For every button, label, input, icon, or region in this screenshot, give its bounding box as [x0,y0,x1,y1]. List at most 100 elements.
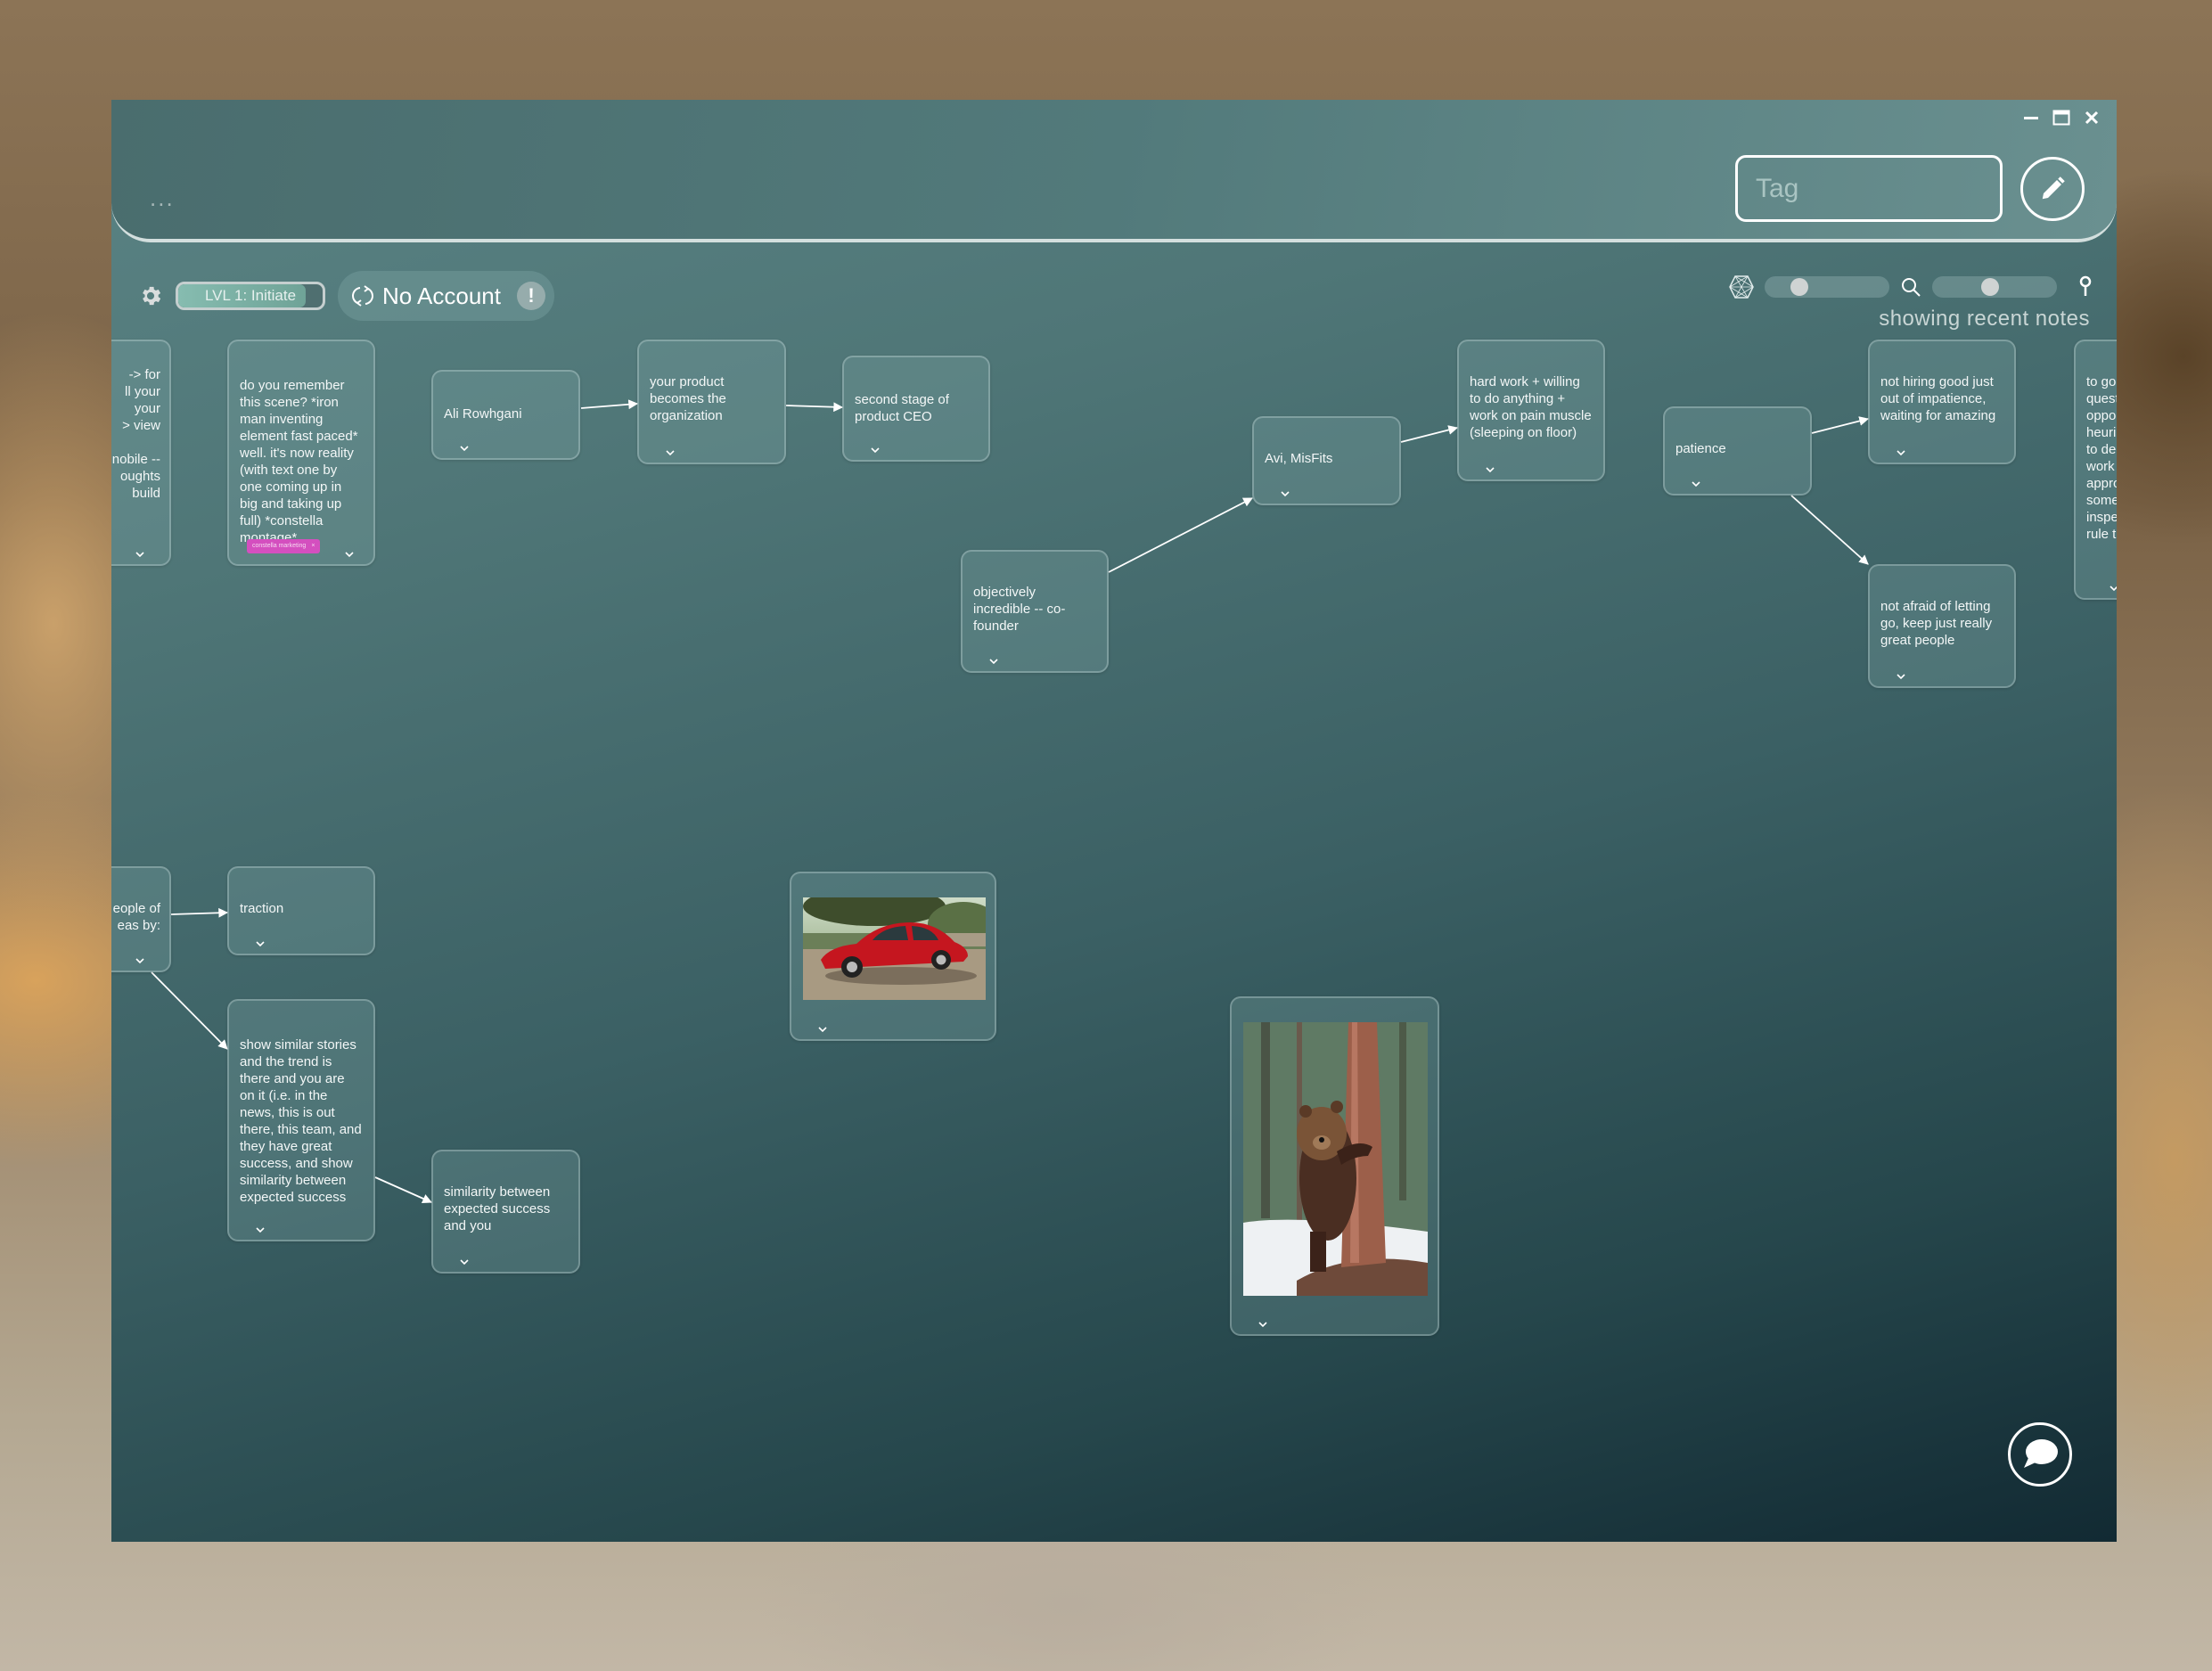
expand-chevron-icon[interactable] [254,1222,266,1233]
tag-chip[interactable]: constella marketing × [247,539,321,553]
expand-chevron-icon[interactable] [134,546,146,558]
header-bar: ... [111,100,2117,242]
close-icon [2085,111,2099,125]
tag-chip-label: constella marketing [252,543,307,549]
pencil-icon [2042,176,2065,200]
settings-button[interactable] [138,283,163,308]
connection-line [1790,495,1869,565]
note-card[interactable]: similarity between expected success and … [431,1150,580,1274]
connection-line [785,402,844,413]
account-status-button[interactable]: No Account ! [338,271,554,321]
pin-icon[interactable] [2077,275,2094,299]
note-text: not afraid of letting go, keep just real… [1880,599,1993,648]
note-text: not hiring good just out of impatience, … [1880,374,1996,423]
maximize-icon [2052,110,2070,126]
expand-chevron-icon[interactable] [1895,445,1907,456]
note-card[interactable]: traction [227,866,375,955]
level-progress[interactable]: LVL 1: Initiate [176,282,325,310]
minimize-icon [2024,117,2038,119]
note-text: do you remember this scene? *iron man in… [240,378,358,545]
status-text: showing recent notes [1879,307,2090,331]
tag-input[interactable] [1735,155,2003,222]
note-text: Avi, MisFits [1265,451,1333,466]
hexagon-network-icon[interactable] [1729,275,1754,299]
note-text: Ali Rowhgani [444,406,522,422]
toolbar-right [1729,269,2094,305]
expand-chevron-icon[interactable] [1279,486,1291,497]
connection-line [170,907,229,918]
connection-line [1400,425,1459,443]
chat-button[interactable] [2008,1422,2072,1487]
zoom-slider[interactable] [1932,276,2057,298]
note-card[interactable]: patience [1663,406,1812,496]
note-text: show similar stories and the trend is th… [240,1037,362,1205]
expand-chevron-icon[interactable] [254,936,266,947]
chat-bubble-icon [2024,1439,2058,1468]
expand-chevron-icon[interactable] [134,953,146,964]
note-card[interactable]: not afraid of letting go, keep just real… [1868,564,2016,688]
note-card[interactable]: to go quest oppo heuri to de work appro … [2074,340,2117,600]
expand-chevron-icon[interactable] [1690,476,1702,487]
note-text: similarity between expected success and … [444,1184,551,1233]
note-card[interactable]: hard work + willing to do anything + wor… [1457,340,1605,481]
note-text: -> for ll your your > view nobile -- oug… [111,367,160,501]
note-card[interactable]: do you remember this scene? *iron man in… [227,340,375,566]
note-card[interactable]: objectively incredible -- co-founder [961,550,1109,673]
expand-chevron-icon[interactable] [816,1021,829,1033]
connection-line [374,1176,432,1203]
gear-icon [143,286,161,306]
expand-chevron-icon[interactable] [1484,462,1496,473]
expand-chevron-icon[interactable] [458,1254,471,1266]
connection-line [580,399,639,410]
level-label: LVL 1: Initiate [204,287,297,304]
expand-chevron-icon[interactable] [869,442,881,454]
close-button[interactable] [2083,109,2101,127]
note-card[interactable]: your product becomes the organization [637,340,786,464]
connection-line [1108,497,1253,573]
note-card[interactable]: not hiring good just out of impatience, … [1868,340,2016,464]
note-card[interactable]: show similar stories and the trend is th… [227,999,375,1241]
note-card[interactable]: Ali Rowhgani [431,370,580,460]
zoom-slider-thumb[interactable] [1981,278,2000,296]
note-card[interactable]: Avi, MisFits [1252,416,1401,505]
network-depth-slider-thumb[interactable] [1790,278,1808,296]
note-text: patience [1675,441,1726,456]
expand-chevron-icon[interactable] [664,445,676,456]
note-text: eople of eas by: [112,901,160,933]
toolbar-left: LVL 1: Initiate No Account ! [138,271,554,321]
note-card[interactable]: -> for ll your your > view nobile -- oug… [111,340,171,566]
edit-button[interactable] [2020,157,2085,221]
expand-chevron-icon[interactable] [1895,668,1907,680]
image-note-card[interactable] [1230,996,1439,1336]
brown-bear-hugging-tree-photo [1243,1022,1428,1300]
expand-chevron-icon[interactable] [458,440,471,452]
bear-image [1243,1022,1428,1296]
expand-chevron-icon[interactable] [1257,1316,1269,1328]
note-card[interactable]: eople of eas by: [111,866,171,972]
connection-line [151,971,228,1050]
minimize-button[interactable] [2022,109,2040,127]
more-menu-button[interactable]: ... [150,186,175,209]
network-depth-slider[interactable] [1765,276,1889,298]
maximize-button[interactable] [2052,109,2070,127]
expand-chevron-icon[interactable] [2108,580,2117,592]
expand-chevron-icon[interactable] [987,653,1000,665]
search-icon[interactable] [1900,276,1921,298]
sync-icon [352,285,373,307]
note-text: objectively incredible -- co-founder [973,585,1066,634]
red-classic-car-photo [803,897,986,1004]
expand-chevron-icon[interactable] [343,546,356,558]
connection-line [1811,416,1870,434]
note-text: hard work + willing to do anything + wor… [1470,374,1592,440]
note-text: to go quest oppo heuri to de work appro … [2086,374,2117,542]
note-text: traction [240,901,284,916]
tag-remove-icon[interactable]: × [311,539,315,553]
alert-icon[interactable]: ! [516,282,545,310]
account-label: No Account [382,282,501,309]
note-text: your product becomes the organization [650,374,726,423]
image-note-card[interactable] [790,872,996,1041]
window-controls [2022,109,2101,127]
car-image [803,897,986,1000]
note-card[interactable]: second stage of product CEO [842,356,990,462]
app-window: ... LVL 1: Initiate No Account ! [111,100,2117,1542]
